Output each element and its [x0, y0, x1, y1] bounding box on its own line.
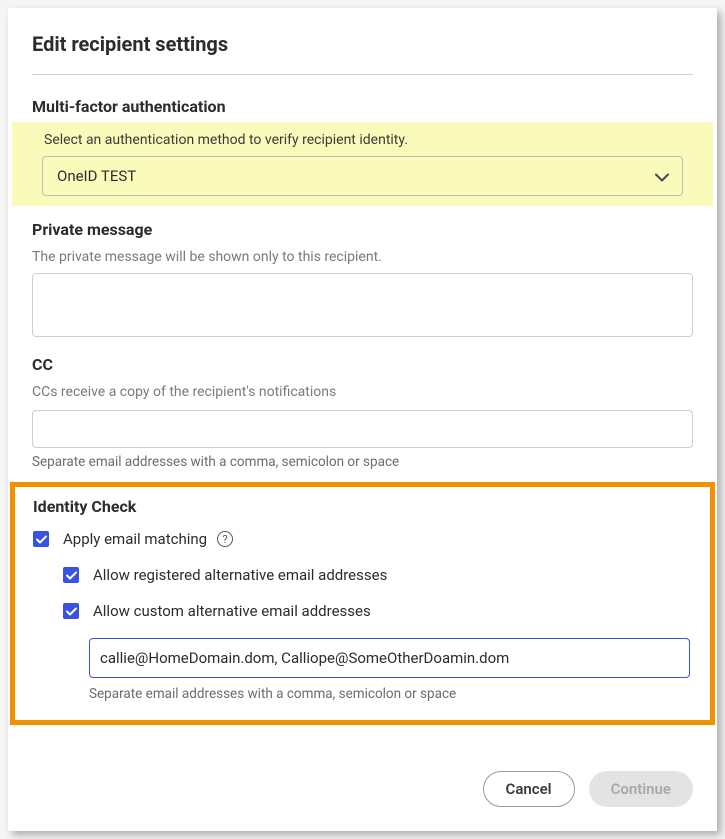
cancel-button[interactable]: Cancel [483, 771, 575, 807]
apply-email-matching-checkbox[interactable] [33, 531, 49, 547]
mfa-heading: Multi-factor authentication [8, 97, 717, 122]
allow-registered-row: Allow registered alternative email addre… [33, 566, 692, 584]
identity-check-heading: Identity Check [33, 497, 692, 516]
continue-button[interactable]: Continue [589, 771, 693, 807]
allow-custom-checkbox[interactable] [63, 603, 79, 619]
cc-caption: Separate email addresses with a comma, s… [8, 448, 717, 470]
edit-recipient-dialog: Edit recipient settings Multi-factor aut… [8, 8, 717, 831]
apply-email-matching-row: Apply email matching ? [33, 530, 692, 548]
auth-method-selected: OneID TEST [57, 167, 136, 185]
cc-heading: CC [8, 355, 717, 380]
divider [32, 74, 693, 75]
private-message-heading: Private message [8, 220, 717, 245]
cc-help: CCs receive a copy of the recipient's no… [8, 380, 717, 408]
custom-alt-emails-caption: Separate email addresses with a comma, s… [33, 678, 692, 702]
allow-registered-checkbox[interactable] [63, 567, 79, 583]
allow-custom-row: Allow custom alternative email addresses [33, 602, 692, 620]
allow-registered-label: Allow registered alternative email addre… [93, 566, 387, 584]
apply-email-matching-label: Apply email matching [63, 530, 207, 548]
mfa-help-text: Select an authentication method to verif… [22, 132, 703, 156]
allow-custom-label: Allow custom alternative email addresses [93, 602, 371, 620]
private-message-input[interactable] [32, 273, 693, 337]
custom-alt-emails-input[interactable] [89, 638, 690, 678]
identity-check-section: Identity Check Apply email matching ? Al… [10, 482, 715, 725]
cc-input[interactable] [32, 410, 693, 448]
mfa-highlight: Select an authentication method to verif… [12, 122, 713, 206]
dialog-title: Edit recipient settings [8, 32, 717, 74]
private-message-help: The private message will be shown only t… [8, 245, 717, 273]
dialog-footer: Cancel Continue [8, 725, 717, 807]
auth-method-select[interactable]: OneID TEST [42, 156, 683, 196]
info-icon[interactable]: ? [217, 531, 233, 547]
